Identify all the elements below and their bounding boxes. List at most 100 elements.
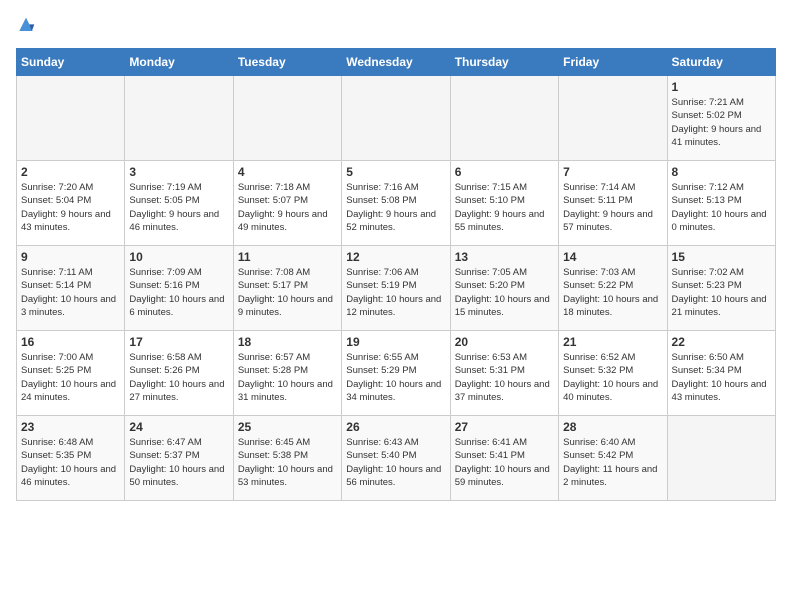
day-number: 1 — [672, 80, 771, 94]
logo-icon — [16, 16, 36, 36]
day-info: Sunrise: 6:43 AM Sunset: 5:40 PM Dayligh… — [346, 436, 445, 489]
week-row-2: 2 Sunrise: 7:20 AM Sunset: 5:04 PM Daylig… — [17, 161, 776, 246]
day-info: Sunrise: 7:05 AM Sunset: 5:20 PM Dayligh… — [455, 266, 554, 319]
calendar-cell: 10 Sunrise: 7:09 AM Sunset: 5:16 PM Dayli… — [125, 246, 233, 331]
day-number: 2 — [21, 165, 120, 179]
page-header — [16, 16, 776, 36]
day-number: 27 — [455, 420, 554, 434]
day-info: Sunrise: 6:47 AM Sunset: 5:37 PM Dayligh… — [129, 436, 228, 489]
day-info: Sunrise: 7:02 AM Sunset: 5:23 PM Dayligh… — [672, 266, 771, 319]
day-number: 14 — [563, 250, 662, 264]
week-row-4: 16 Sunrise: 7:00 AM Sunset: 5:25 PM Dayli… — [17, 331, 776, 416]
day-number: 25 — [238, 420, 337, 434]
calendar-cell: 7 Sunrise: 7:14 AM Sunset: 5:11 PM Daylig… — [559, 161, 667, 246]
day-number: 21 — [563, 335, 662, 349]
calendar-cell — [450, 76, 558, 161]
calendar-cell: 28 Sunrise: 6:40 AM Sunset: 5:42 PM Dayli… — [559, 416, 667, 501]
day-info: Sunrise: 6:58 AM Sunset: 5:26 PM Dayligh… — [129, 351, 228, 404]
logo — [16, 16, 40, 36]
day-number: 4 — [238, 165, 337, 179]
calendar-cell: 9Sunrise: 7:11 AM Sunset: 5:14 PM Daylig… — [17, 246, 125, 331]
weekday-header-saturday: Saturday — [667, 49, 775, 76]
week-row-5: 23 Sunrise: 6:48 AM Sunset: 5:35 PM Dayli… — [17, 416, 776, 501]
calendar-cell: 24 Sunrise: 6:47 AM Sunset: 5:37 PM Dayli… — [125, 416, 233, 501]
day-number: 22 — [672, 335, 771, 349]
calendar-cell: 23 Sunrise: 6:48 AM Sunset: 5:35 PM Dayli… — [17, 416, 125, 501]
calendar-cell: 19 Sunrise: 6:55 AM Sunset: 5:29 PM Dayli… — [342, 331, 450, 416]
calendar-cell: 17 Sunrise: 6:58 AM Sunset: 5:26 PM Dayli… — [125, 331, 233, 416]
day-info: Sunrise: 6:53 AM Sunset: 5:31 PM Dayligh… — [455, 351, 554, 404]
weekday-header-monday: Monday — [125, 49, 233, 76]
day-info: Sunrise: 7:06 AM Sunset: 5:19 PM Dayligh… — [346, 266, 445, 319]
calendar-cell: 21 Sunrise: 6:52 AM Sunset: 5:32 PM Dayli… — [559, 331, 667, 416]
day-number: 23 — [21, 420, 120, 434]
day-number: 26 — [346, 420, 445, 434]
calendar-body: 1 Sunrise: 7:21 AM Sunset: 5:02 PM Daylig… — [17, 76, 776, 501]
calendar-cell — [233, 76, 341, 161]
day-number: 9 — [21, 250, 120, 264]
day-info: Sunrise: 7:18 AM Sunset: 5:07 PM Dayligh… — [238, 181, 337, 234]
day-number: 28 — [563, 420, 662, 434]
day-info: Sunrise: 7:08 AM Sunset: 5:17 PM Dayligh… — [238, 266, 337, 319]
calendar-cell: 1 Sunrise: 7:21 AM Sunset: 5:02 PM Daylig… — [667, 76, 775, 161]
day-info: Sunrise: 7:21 AM Sunset: 5:02 PM Dayligh… — [672, 96, 771, 149]
calendar-cell: 20 Sunrise: 6:53 AM Sunset: 5:31 PM Dayli… — [450, 331, 558, 416]
calendar-cell — [342, 76, 450, 161]
weekday-header-friday: Friday — [559, 49, 667, 76]
day-number: 17 — [129, 335, 228, 349]
calendar-cell — [667, 416, 775, 501]
weekday-header-tuesday: Tuesday — [233, 49, 341, 76]
calendar-cell: 8Sunrise: 7:12 AM Sunset: 5:13 PM Daylig… — [667, 161, 775, 246]
calendar-cell: 5 Sunrise: 7:16 AM Sunset: 5:08 PM Daylig… — [342, 161, 450, 246]
day-number: 10 — [129, 250, 228, 264]
weekday-row: SundayMondayTuesdayWednesdayThursdayFrid… — [17, 49, 776, 76]
day-number: 15 — [672, 250, 771, 264]
day-info: Sunrise: 6:50 AM Sunset: 5:34 PM Dayligh… — [672, 351, 771, 404]
day-info: Sunrise: 7:19 AM Sunset: 5:05 PM Dayligh… — [129, 181, 228, 234]
day-number: 6 — [455, 165, 554, 179]
day-info: Sunrise: 7:14 AM Sunset: 5:11 PM Dayligh… — [563, 181, 662, 234]
calendar-cell: 25 Sunrise: 6:45 AM Sunset: 5:38 PM Dayli… — [233, 416, 341, 501]
day-number: 13 — [455, 250, 554, 264]
calendar-cell: 12 Sunrise: 7:06 AM Sunset: 5:19 PM Dayli… — [342, 246, 450, 331]
calendar-cell: 6 Sunrise: 7:15 AM Sunset: 5:10 PM Daylig… — [450, 161, 558, 246]
day-info: Sunrise: 6:45 AM Sunset: 5:38 PM Dayligh… — [238, 436, 337, 489]
day-number: 19 — [346, 335, 445, 349]
calendar-cell: 15 Sunrise: 7:02 AM Sunset: 5:23 PM Dayli… — [667, 246, 775, 331]
calendar-cell: 26 Sunrise: 6:43 AM Sunset: 5:40 PM Dayli… — [342, 416, 450, 501]
calendar-cell: 14Sunrise: 7:03 AM Sunset: 5:22 PM Dayli… — [559, 246, 667, 331]
day-info: Sunrise: 7:20 AM Sunset: 5:04 PM Dayligh… — [21, 181, 120, 234]
day-number: 7 — [563, 165, 662, 179]
day-number: 3 — [129, 165, 228, 179]
day-number: 16 — [21, 335, 120, 349]
calendar-header: SundayMondayTuesdayWednesdayThursdayFrid… — [17, 49, 776, 76]
calendar-cell — [559, 76, 667, 161]
day-number: 18 — [238, 335, 337, 349]
day-info: Sunrise: 6:40 AM Sunset: 5:42 PM Dayligh… — [563, 436, 662, 489]
day-info: Sunrise: 6:55 AM Sunset: 5:29 PM Dayligh… — [346, 351, 445, 404]
calendar-cell: 16 Sunrise: 7:00 AM Sunset: 5:25 PM Dayli… — [17, 331, 125, 416]
weekday-header-wednesday: Wednesday — [342, 49, 450, 76]
day-info: Sunrise: 7:00 AM Sunset: 5:25 PM Dayligh… — [21, 351, 120, 404]
calendar-cell — [17, 76, 125, 161]
weekday-header-sunday: Sunday — [17, 49, 125, 76]
calendar-cell: 11 Sunrise: 7:08 AM Sunset: 5:17 PM Dayli… — [233, 246, 341, 331]
day-number: 12 — [346, 250, 445, 264]
day-info: Sunrise: 7:09 AM Sunset: 5:16 PM Dayligh… — [129, 266, 228, 319]
day-info: Sunrise: 7:16 AM Sunset: 5:08 PM Dayligh… — [346, 181, 445, 234]
calendar-cell: 4 Sunrise: 7:18 AM Sunset: 5:07 PM Daylig… — [233, 161, 341, 246]
week-row-1: 1 Sunrise: 7:21 AM Sunset: 5:02 PM Daylig… — [17, 76, 776, 161]
day-info: Sunrise: 6:52 AM Sunset: 5:32 PM Dayligh… — [563, 351, 662, 404]
day-number: 11 — [238, 250, 337, 264]
day-number: 24 — [129, 420, 228, 434]
day-number: 20 — [455, 335, 554, 349]
day-number: 5 — [346, 165, 445, 179]
day-info: Sunrise: 6:48 AM Sunset: 5:35 PM Dayligh… — [21, 436, 120, 489]
day-info: Sunrise: 7:15 AM Sunset: 5:10 PM Dayligh… — [455, 181, 554, 234]
weekday-header-thursday: Thursday — [450, 49, 558, 76]
calendar-cell: 18Sunrise: 6:57 AM Sunset: 5:28 PM Dayli… — [233, 331, 341, 416]
calendar-cell: 13 Sunrise: 7:05 AM Sunset: 5:20 PM Dayli… — [450, 246, 558, 331]
day-info: Sunrise: 6:41 AM Sunset: 5:41 PM Dayligh… — [455, 436, 554, 489]
calendar-cell: 27 Sunrise: 6:41 AM Sunset: 5:41 PM Dayli… — [450, 416, 558, 501]
calendar-cell — [125, 76, 233, 161]
